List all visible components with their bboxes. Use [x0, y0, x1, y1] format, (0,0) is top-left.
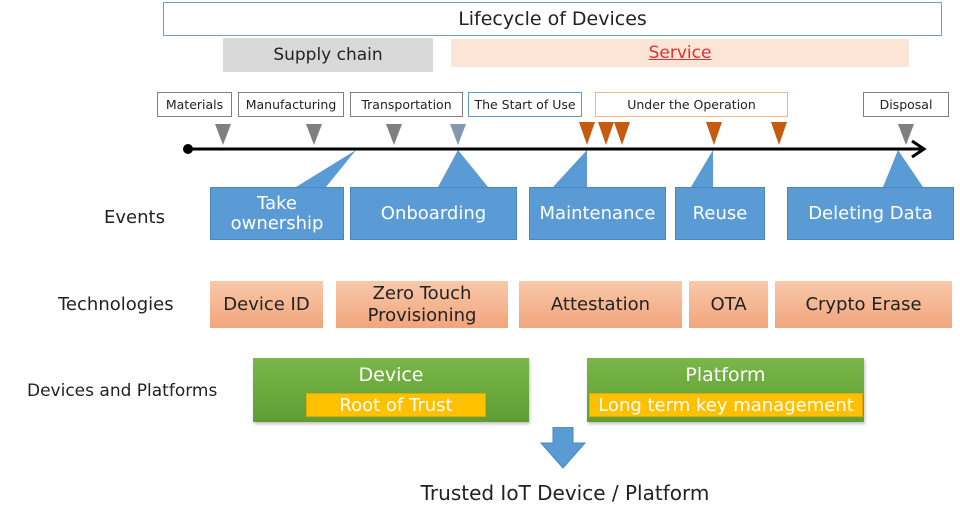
event-label: Deleting Data: [808, 202, 933, 224]
event-label: Take ownership: [230, 192, 324, 234]
platform-title: Platform: [685, 364, 766, 386]
marker-transportation: [386, 124, 402, 145]
callout-tail-onboarding: [438, 150, 488, 187]
device-box: Device Root of Trust: [253, 358, 529, 422]
tech-label: OTA: [710, 293, 747, 315]
event-deleting-data: Deleting Data: [787, 187, 954, 240]
tech-zero-touch-provisioning: Zero Touch Provisioning: [336, 281, 508, 328]
callout-tail-reuse: [691, 150, 713, 187]
marker-materials: [215, 124, 231, 145]
event-reuse: Reuse: [675, 187, 765, 240]
marker-start-of-use: [450, 124, 466, 145]
marker-operation-5: [771, 122, 787, 145]
root-of-trust: Root of Trust: [306, 393, 486, 417]
tech-device-id: Device ID: [210, 281, 323, 328]
tech-crypto-erase: Crypto Erase: [775, 281, 952, 328]
event-onboarding: Onboarding: [350, 187, 517, 240]
marker-operation-4: [706, 122, 722, 145]
long-term-key-management: Long term key management: [589, 393, 863, 417]
tech-label: Device ID: [223, 293, 310, 315]
callout-tail-take-ownership: [296, 150, 356, 187]
row-label-events: Events: [104, 207, 165, 228]
trusted-iot-result: Trusted IoT Device / Platform: [420, 481, 710, 505]
timeline-start-dot: [183, 144, 193, 154]
tech-ota: OTA: [689, 281, 768, 328]
row-label-technologies: Technologies: [58, 294, 174, 315]
tech-label: Attestation: [550, 293, 651, 315]
callout-tail-deleting-data: [883, 150, 923, 187]
tech-attestation: Attestation: [519, 281, 682, 328]
down-arrow-icon: [540, 427, 586, 469]
tech-label: Crypto Erase: [805, 293, 922, 315]
event-label: Reuse: [692, 202, 748, 224]
marker-operation-2: [598, 122, 614, 145]
event-take-ownership: Take ownership: [210, 187, 344, 240]
row-label-devices-platforms: Devices and Platforms: [27, 381, 218, 401]
device-title: Device: [358, 364, 424, 386]
marker-operation-1: [579, 122, 595, 145]
marker-manufacturing: [306, 124, 322, 145]
marker-operation-3: [614, 122, 630, 145]
platform-box: Platform Long term key management: [587, 358, 864, 422]
event-maintenance: Maintenance: [529, 187, 666, 240]
event-label: Maintenance: [539, 202, 656, 224]
tech-label: Zero Touch Provisioning: [367, 282, 477, 326]
event-label: Onboarding: [380, 202, 487, 224]
callout-tail-maintenance: [553, 150, 587, 187]
